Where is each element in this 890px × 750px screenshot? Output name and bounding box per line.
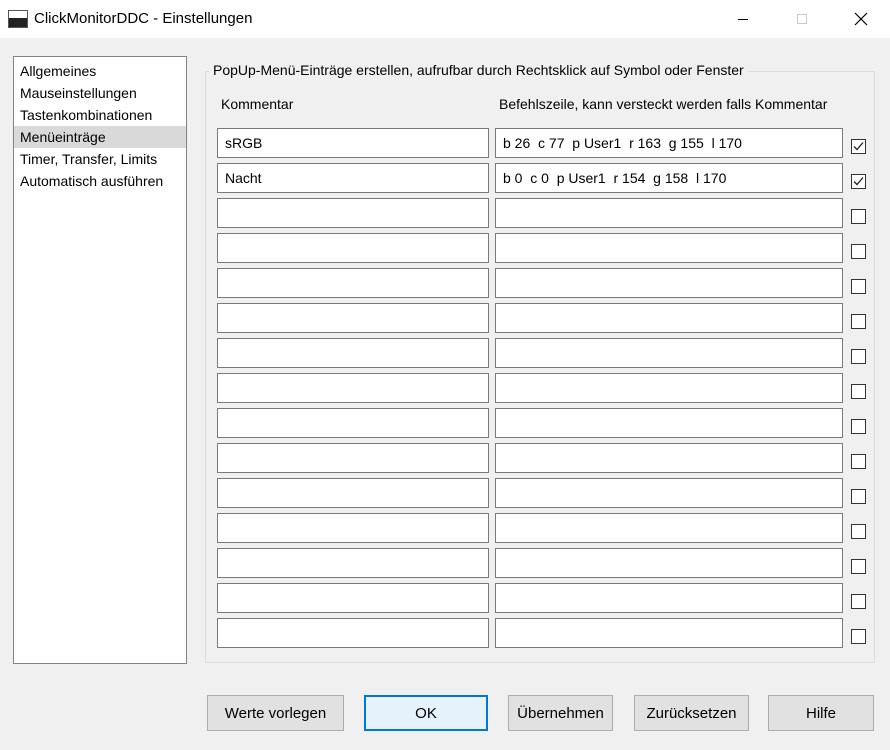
entry-row: Nacht b 0 c 0 p User1 r 154 g 158 l 170 (0, 163, 890, 193)
comment-input[interactable] (217, 478, 489, 508)
hide-command-checkbox[interactable] (851, 419, 866, 434)
group-title: PopUp-Menü-Einträge erstellen, aufrufbar… (209, 62, 748, 78)
command-input[interactable] (495, 583, 843, 613)
nav-item[interactable]: Allgemeines (14, 60, 186, 82)
command-input[interactable] (495, 198, 843, 228)
comment-input[interactable]: sRGB (217, 128, 489, 158)
command-input[interactable] (495, 233, 843, 263)
entry-row (0, 373, 890, 403)
entry-row (0, 338, 890, 368)
entry-row: sRGB b 26 c 77 p User1 r 163 g 155 l 170 (0, 128, 890, 158)
entry-row (0, 198, 890, 228)
command-input[interactable] (495, 443, 843, 473)
hide-command-checkbox[interactable] (851, 524, 866, 539)
command-input[interactable] (495, 548, 843, 578)
checkmark-icon (853, 142, 864, 151)
checkmark-icon (853, 177, 864, 186)
nav-item[interactable]: Mauseinstellungen (14, 82, 186, 104)
command-input[interactable] (495, 513, 843, 543)
minimize-icon (738, 19, 748, 20)
comment-input[interactable] (217, 548, 489, 578)
command-input[interactable] (495, 373, 843, 403)
close-button[interactable] (838, 0, 884, 38)
column-header-command: Befehlszeile, kann versteckt werden fall… (499, 96, 828, 112)
hide-command-checkbox[interactable] (851, 139, 866, 154)
minimize-button[interactable] (720, 0, 766, 38)
column-header-comment: Kommentar (221, 96, 294, 112)
comment-input[interactable]: Nacht (217, 163, 489, 193)
entry-row (0, 513, 890, 543)
hide-command-checkbox[interactable] (851, 454, 866, 469)
command-input[interactable]: b 0 c 0 p User1 r 154 g 158 l 170 (495, 163, 843, 193)
comment-input[interactable] (217, 303, 489, 333)
entry-row (0, 233, 890, 263)
nav-item[interactable]: Tastenkombinationen (14, 104, 186, 126)
help-button[interactable]: Hilfe (768, 695, 874, 731)
command-input[interactable]: b 26 c 77 p User1 r 163 g 155 l 170 (495, 128, 843, 158)
comment-input[interactable] (217, 443, 489, 473)
entry-row (0, 548, 890, 578)
hide-command-checkbox[interactable] (851, 489, 866, 504)
defaults-button[interactable]: Werte vorlegen (207, 695, 344, 731)
apply-button[interactable]: Übernehmen (508, 695, 613, 731)
entry-row (0, 303, 890, 333)
hide-command-checkbox[interactable] (851, 349, 866, 364)
command-input[interactable] (495, 408, 843, 438)
hide-command-checkbox[interactable] (851, 384, 866, 399)
comment-input[interactable] (217, 233, 489, 263)
maximize-icon (797, 14, 807, 24)
entry-row (0, 408, 890, 438)
comment-input[interactable] (217, 408, 489, 438)
command-input[interactable] (495, 478, 843, 508)
window-title: ClickMonitorDDC - Einstellungen (34, 10, 253, 27)
comment-input[interactable] (217, 583, 489, 613)
hide-command-checkbox[interactable] (851, 629, 866, 644)
hide-command-checkbox[interactable] (851, 174, 866, 189)
close-icon (854, 12, 868, 26)
comment-input[interactable] (217, 338, 489, 368)
entry-row (0, 268, 890, 298)
entry-row (0, 478, 890, 508)
hide-command-checkbox[interactable] (851, 279, 866, 294)
entry-row (0, 583, 890, 613)
entry-row (0, 618, 890, 648)
entry-row (0, 443, 890, 473)
comment-input[interactable] (217, 373, 489, 403)
command-input[interactable] (495, 268, 843, 298)
ok-button[interactable]: OK (364, 695, 488, 731)
hide-command-checkbox[interactable] (851, 209, 866, 224)
command-input[interactable] (495, 338, 843, 368)
comment-input[interactable] (217, 618, 489, 648)
command-input[interactable] (495, 303, 843, 333)
comment-input[interactable] (217, 268, 489, 298)
hide-command-checkbox[interactable] (851, 559, 866, 574)
command-input[interactable] (495, 618, 843, 648)
hide-command-checkbox[interactable] (851, 594, 866, 609)
reset-button[interactable]: Zurücksetzen (634, 695, 749, 731)
maximize-button[interactable] (779, 0, 825, 38)
comment-input[interactable] (217, 513, 489, 543)
monitor-icon (8, 10, 28, 28)
comment-input[interactable] (217, 198, 489, 228)
hide-command-checkbox[interactable] (851, 244, 866, 259)
hide-command-checkbox[interactable] (851, 314, 866, 329)
title-bar: ClickMonitorDDC - Einstellungen (0, 0, 890, 38)
